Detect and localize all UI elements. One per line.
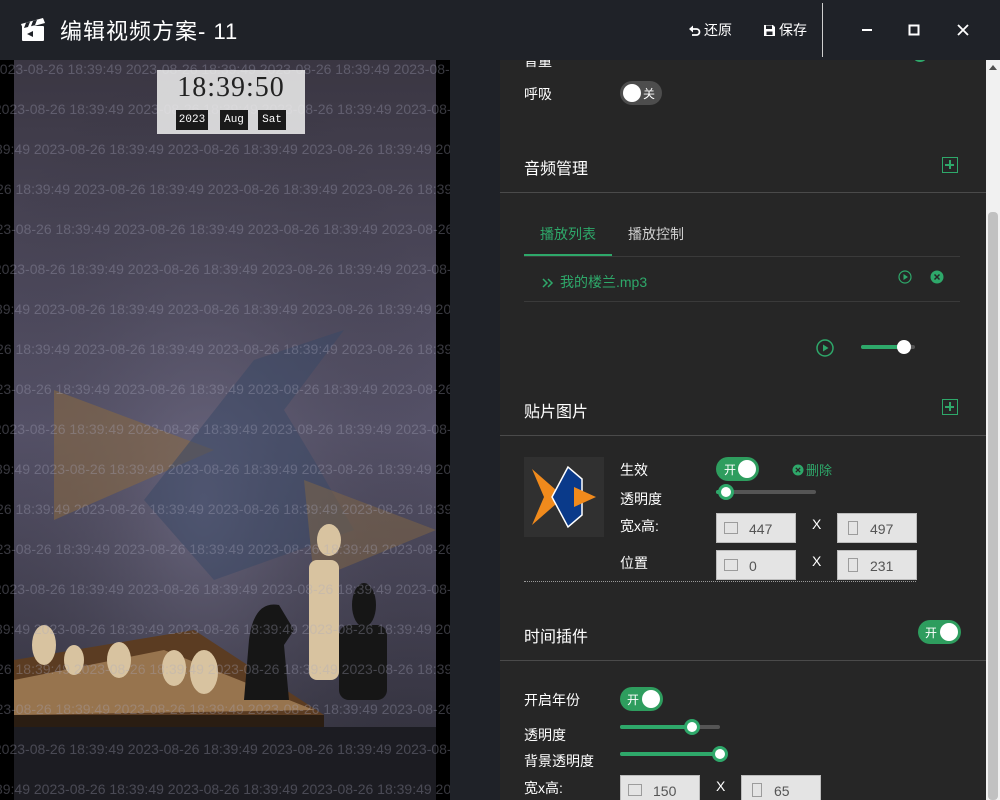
remove-item-icon[interactable]	[930, 270, 944, 284]
sticker-item-divider	[524, 581, 916, 582]
save-button[interactable]: 保存	[763, 20, 807, 40]
time-width-icon	[628, 784, 642, 796]
sticker-width-value: 447	[749, 521, 773, 537]
play-item-icon[interactable]	[898, 270, 912, 284]
sticker-height-value: 497	[870, 521, 894, 537]
time-plugin-toggle-text: 开	[925, 626, 938, 640]
add-audio-icon[interactable]	[942, 157, 958, 173]
sticker-position-label: 位置	[620, 555, 648, 571]
height-icon	[848, 521, 858, 535]
chess-background-image	[14, 60, 436, 800]
scrollbar-thumb[interactable]	[988, 212, 998, 800]
time-plugin-toggle[interactable]: 开	[918, 620, 961, 644]
close-button[interactable]	[951, 18, 975, 42]
double-chevron-icon	[542, 278, 554, 288]
titlebar-divider	[822, 3, 823, 57]
delete-circle-icon	[792, 464, 804, 475]
sticker-y-value: 231	[870, 558, 894, 574]
time-size-label: 宽x高:	[524, 780, 563, 796]
bg-opacity-slider[interactable]	[620, 746, 728, 762]
sticker-delete-button[interactable]: 删除	[792, 460, 832, 479]
audio-divider	[500, 192, 986, 193]
time-opacity-label: 透明度	[524, 727, 566, 743]
clock-time: 18:39:50	[177, 72, 285, 103]
title-bar: 编辑视频方案- 11 还原 保存	[0, 0, 1000, 60]
x-position-icon	[724, 559, 738, 571]
time-opacity-slider[interactable]	[620, 719, 720, 735]
video-preview: 2023-08-26 18:39:49 2023-08-26 18:39:49 …	[0, 60, 450, 800]
breath-toggle[interactable]: 关	[620, 81, 662, 105]
bg-opacity-label: 背景透明度	[524, 753, 594, 769]
play-icon[interactable]	[816, 339, 834, 357]
time-width-input[interactable]: 150	[620, 775, 700, 800]
time-width-value: 150	[653, 783, 677, 799]
size-x-separator: X	[812, 516, 822, 532]
year-toggle[interactable]: 开	[620, 687, 663, 711]
panel-scrollbar[interactable]	[986, 60, 1000, 800]
save-label: 保存	[779, 22, 807, 38]
maximize-button[interactable]	[902, 18, 926, 42]
year-label: 开启年份	[524, 692, 580, 708]
sticker-delete-label: 删除	[806, 463, 833, 478]
clock-month: Aug	[220, 110, 248, 130]
audio-section-title: 音频管理	[524, 161, 589, 178]
width-icon	[724, 522, 738, 534]
add-sticker-icon[interactable]	[942, 399, 958, 415]
minimize-icon	[862, 29, 872, 31]
save-icon	[764, 24, 775, 36]
window-title: 编辑视频方案- 11	[60, 19, 239, 44]
cut-off-toggle[interactable]	[912, 60, 928, 62]
tabs-divider	[524, 256, 960, 257]
time-height-value: 65	[774, 783, 790, 799]
sticker-opacity-label: 透明度	[620, 491, 662, 507]
sticker-divider	[500, 435, 986, 436]
undo-icon	[689, 25, 701, 36]
sticker-height-input[interactable]: 497	[837, 513, 917, 543]
sticker-section-title: 贴片图片	[524, 404, 589, 421]
sticker-enable-label: 生效	[620, 462, 648, 478]
cut-off-label: 音量	[524, 60, 552, 69]
maximize-icon	[908, 24, 920, 36]
settings-panel: 音量 呼吸 关 音频管理 播放列表 播放控制 我的楼兰.mp3 贴片图片 生效 …	[500, 60, 986, 800]
time-plugin-title: 时间插件	[524, 629, 589, 646]
restore-button[interactable]: 还原	[688, 20, 732, 40]
sticker-logo-image	[532, 465, 596, 529]
time-height-icon	[752, 783, 762, 797]
tab-playback-control[interactable]: 播放控制	[628, 224, 684, 244]
sticker-x-input[interactable]: 0	[716, 550, 796, 580]
clock-year: 2023	[176, 110, 208, 130]
time-height-input[interactable]: 65	[741, 775, 821, 800]
clock-widget[interactable]: 18:39:50 2023 Aug Sat	[157, 70, 305, 134]
sticker-y-input[interactable]: 231	[837, 550, 917, 580]
minimize-button[interactable]	[855, 18, 879, 42]
sticker-x-value: 0	[749, 558, 757, 574]
breath-toggle-text: 关	[643, 87, 656, 101]
scroll-up-arrow-icon[interactable]	[989, 65, 997, 70]
restore-label: 还原	[704, 22, 732, 38]
breath-label: 呼吸	[524, 86, 552, 102]
y-position-icon	[848, 558, 858, 572]
playlist-item-name: 我的楼兰.mp3	[560, 274, 648, 290]
close-icon	[957, 24, 969, 36]
year-toggle-text: 开	[627, 693, 640, 707]
sticker-width-input[interactable]: 447	[716, 513, 796, 543]
volume-slider[interactable]	[861, 340, 915, 354]
playlist-item[interactable]: 我的楼兰.mp3	[524, 264, 960, 302]
tab-playlist[interactable]: 播放列表	[540, 224, 596, 244]
video-clapper-icon	[21, 18, 45, 41]
position-x-separator: X	[812, 553, 822, 569]
sticker-opacity-slider[interactable]	[716, 484, 816, 500]
time-plugin-divider	[500, 660, 986, 661]
clock-weekday: Sat	[258, 110, 286, 130]
sticker-size-label: 宽x高:	[620, 518, 659, 534]
sticker-enable-toggle[interactable]: 开	[716, 457, 759, 481]
sticker-enable-toggle-text: 开	[724, 463, 737, 477]
time-size-x-separator: X	[716, 778, 726, 794]
sticker-thumbnail[interactable]	[524, 457, 604, 537]
